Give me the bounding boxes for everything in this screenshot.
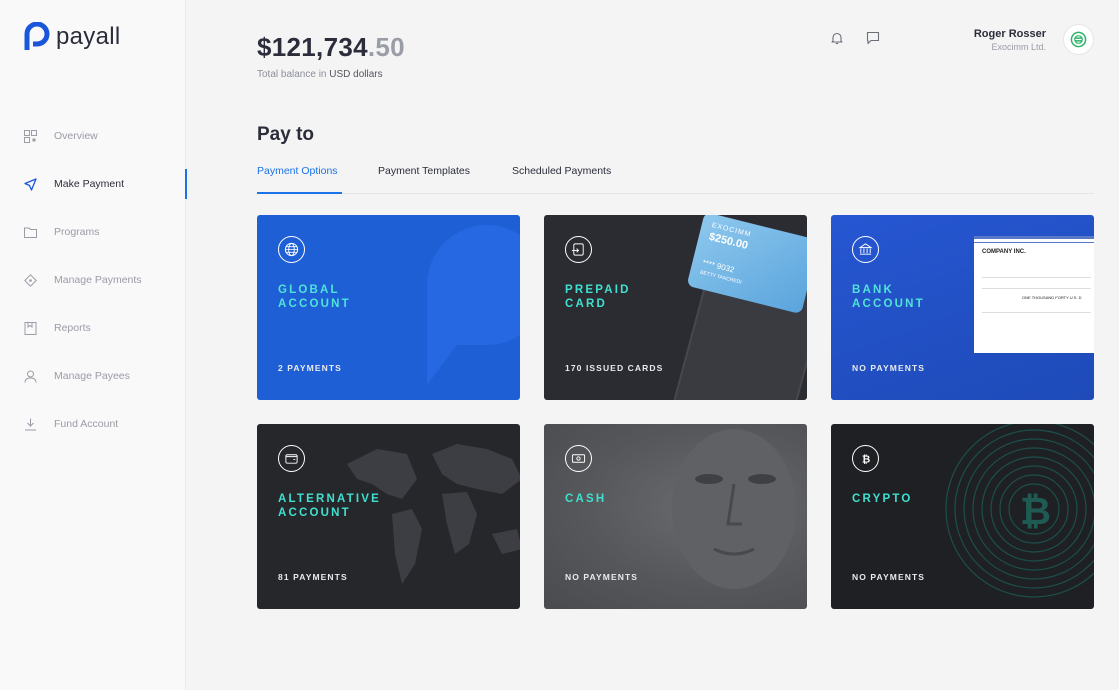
card-title: PREPAID CARD — [565, 284, 631, 310]
user-info[interactable]: Roger Rosser Exocimm Ltd. — [974, 28, 1046, 52]
card-subtitle: 170 ISSUED CARDS — [565, 363, 664, 373]
bitcoin-icon: ₿ — [852, 445, 879, 472]
sidebar-item-label: Manage Payees — [54, 370, 130, 382]
tab-label: Payment Templates — [378, 165, 471, 177]
report-icon — [24, 321, 37, 335]
globe-icon — [278, 236, 305, 263]
card-subtitle: 81 PAYMENTS — [278, 572, 348, 582]
payall-logo[interactable]: payall — [24, 22, 121, 52]
cheque-image: COMPANY INC. ONE THOUSAND FORTY U.S. D — [974, 236, 1094, 353]
card-subtitle: NO PAYMENTS — [565, 572, 639, 582]
sidebar-item-manage-payees[interactable]: Manage Payees — [0, 352, 186, 400]
tab-scheduled-payments[interactable]: Scheduled Payments — [512, 165, 611, 194]
balance-cents: .50 — [367, 32, 405, 62]
bitcoin-rings-image: ₿ — [945, 424, 1094, 598]
sidebar-item-label: Reports — [54, 322, 91, 334]
avatar[interactable] — [1063, 24, 1094, 55]
cheque-amount-words: ONE THOUSAND FORTY U.S. D — [1022, 295, 1082, 300]
user-icon — [24, 370, 37, 383]
bell-icon[interactable] — [830, 31, 844, 45]
user-name: Roger Rosser — [973, 28, 1046, 40]
balance-caption: Total balance in USD dollars — [257, 69, 405, 80]
sidebar-item-label: Programs — [54, 226, 100, 238]
alternative-account-card[interactable]: ALTERNATIVE ACCOUNT 81 PAYMENTS — [257, 424, 520, 609]
tab-payment-options[interactable]: Payment Options — [257, 165, 342, 194]
banknote-portrait-image — [672, 429, 796, 589]
sidebar-item-label: Manage Payments — [54, 274, 142, 286]
global-account-card[interactable]: GLOBAL ACCOUNT 2 PAYMENTS — [257, 215, 520, 400]
company-logo-icon — [1070, 31, 1087, 48]
cash-card[interactable]: CASH NO PAYMENTS — [544, 424, 807, 609]
balance-currency: USD dollars — [329, 69, 383, 80]
balance-caption-prefix: Total balance in — [257, 69, 330, 80]
brand-name: payall — [56, 23, 121, 50]
sidebar-nav: Overview Make Payment Programs Manage Pa… — [0, 112, 187, 448]
tab-label: Payment Options — [257, 165, 338, 177]
total-balance: $121,734.50 — [257, 32, 405, 63]
card-title: ALTERNATIVE ACCOUNT — [278, 493, 381, 519]
payall-watermark — [427, 225, 520, 385]
tag-icon — [24, 273, 37, 287]
tab-payment-templates[interactable]: Payment Templates — [378, 165, 470, 194]
tab-label: Scheduled Payments — [512, 165, 612, 177]
bank-icon — [852, 236, 879, 263]
cash-icon — [565, 445, 592, 472]
balance-summary: $121,734.50 Total balance in USD dollars — [257, 32, 405, 80]
prepaid-card-card[interactable]: EXOCIMM $250.00 **** 9032 BETTY TANCREDI… — [544, 215, 807, 400]
sidebar-item-programs[interactable]: Programs — [0, 208, 186, 256]
cheque-company: COMPANY INC. — [982, 249, 1026, 255]
payall-logo-icon — [24, 22, 50, 50]
send-icon — [24, 177, 37, 191]
pay-to-title: Pay to — [257, 124, 315, 145]
pay-to-tabs: Payment Options Payment Templates Schedu… — [257, 165, 1094, 194]
card-title: CRYPTO — [852, 493, 913, 505]
sidebar-item-label: Overview — [54, 130, 98, 142]
grid-icon — [24, 129, 37, 143]
card-subtitle: NO PAYMENTS — [852, 572, 926, 582]
download-icon — [24, 418, 37, 431]
sidebar-item-make-payment[interactable]: Make Payment — [0, 160, 187, 208]
svg-text:₿: ₿ — [1020, 489, 1051, 533]
sidebar-item-overview[interactable]: Overview — [0, 112, 186, 160]
sidebar: payall Overview Make Payment Programs Ma… — [0, 0, 187, 690]
balance-main: $121,734 — [257, 32, 368, 62]
sidebar-item-fund-account[interactable]: Fund Account — [0, 400, 186, 448]
card-subtitle: NO PAYMENTS — [852, 363, 926, 373]
message-icon[interactable] — [866, 31, 880, 45]
card-icon — [565, 236, 592, 263]
svg-text:₿: ₿ — [862, 453, 870, 465]
wallet-icon — [278, 445, 305, 472]
card-title: BANK ACCOUNT — [852, 284, 925, 310]
card-subtitle: 2 PAYMENTS — [278, 363, 342, 373]
user-company: Exocimm Ltd. — [991, 42, 1046, 52]
sidebar-item-reports[interactable]: Reports — [0, 304, 186, 352]
card-title: CASH — [565, 493, 607, 505]
folder-icon — [24, 226, 37, 239]
bank-account-card[interactable]: COMPANY INC. ONE THOUSAND FORTY U.S. D B… — [831, 215, 1094, 400]
sidebar-item-label: Make Payment — [54, 178, 125, 190]
crypto-card[interactable]: ₿ ₿ CRYPTO NO PAYMENTS — [831, 424, 1094, 609]
sidebar-item-label: Fund Account — [54, 418, 119, 430]
card-title: GLOBAL ACCOUNT — [278, 284, 351, 310]
sidebar-item-manage-payments[interactable]: Manage Payments — [0, 256, 186, 304]
